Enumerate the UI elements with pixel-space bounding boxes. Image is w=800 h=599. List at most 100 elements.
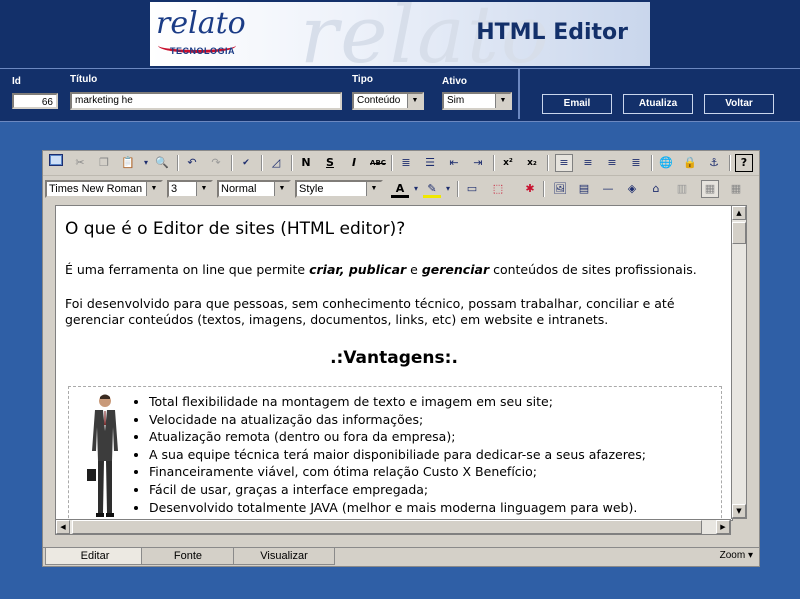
vertical-scrollbar[interactable]: ▲ ▼: [731, 205, 747, 519]
form-bar: Id 66 Título marketing he Tipo Conteúdo …: [0, 68, 800, 122]
p1-text-e: conteúdos de sites profissionais.: [489, 262, 697, 277]
italic-button[interactable]: I: [345, 154, 363, 172]
link-icon[interactable]: 🌐: [657, 154, 675, 172]
list-item: Total flexibilidade na montagem de texto…: [149, 393, 646, 411]
chevron-down-icon[interactable]: ▼: [366, 182, 381, 196]
email-button[interactable]: Email: [542, 94, 612, 114]
image-icon[interactable]: 🖼: [551, 180, 569, 198]
paragraph-select[interactable]: Normal ▼: [217, 180, 291, 198]
toolbar-separator: [231, 155, 233, 171]
doc-heading: O que é o Editor de sites (HTML editor)?: [65, 219, 406, 239]
special-char-icon[interactable]: ✱: [521, 180, 539, 198]
align-left-icon[interactable]: ≡: [555, 154, 573, 172]
chevron-down-icon[interactable]: ▼: [146, 182, 161, 196]
toolbar-separator: [391, 155, 393, 171]
toolbar-separator: [261, 155, 263, 171]
form-icon[interactable]: ▤: [575, 180, 593, 198]
doc-paragraph-1: É uma ferramenta on line que permite cri…: [65, 262, 727, 278]
bold-button[interactable]: N: [297, 154, 315, 172]
bullet-list-icon[interactable]: ☰: [421, 154, 439, 172]
toolbar-separator: [651, 155, 653, 171]
font-size-select[interactable]: 3 ▼: [167, 180, 213, 198]
chevron-down-icon[interactable]: ▼: [495, 94, 510, 108]
paste-icon[interactable]: 📋: [119, 154, 137, 172]
horizontal-rule-icon[interactable]: —: [599, 180, 617, 198]
find-icon[interactable]: 🔍: [153, 154, 171, 172]
object-icon[interactable]: ◈: [623, 180, 641, 198]
table-grid-icon[interactable]: ▦: [727, 180, 745, 198]
chevron-down-icon[interactable]: ▼: [196, 182, 211, 196]
indent-icon[interactable]: ⇥: [469, 154, 487, 172]
box-icon[interactable]: ▭: [463, 180, 481, 198]
superscript-button[interactable]: x²: [499, 154, 517, 172]
eraser-icon[interactable]: ◿: [267, 154, 285, 172]
tipo-select[interactable]: Conteúdo ▼: [352, 92, 424, 110]
section-title: .:Vantagens:.: [330, 348, 458, 368]
page-properties-icon[interactable]: ⌂: [647, 180, 665, 198]
table-props-icon[interactable]: ▥: [673, 180, 691, 198]
zoom-control[interactable]: Zoom ▾: [720, 550, 753, 561]
subscript-button[interactable]: x₂: [523, 154, 541, 172]
font-name-select[interactable]: Times New Roman ▼: [45, 180, 163, 198]
spellcheck-icon[interactable]: ✔: [237, 154, 255, 172]
voltar-button[interactable]: Voltar: [704, 94, 774, 114]
toolbar-separator: [493, 155, 495, 171]
list-item: Velocidade na atualização das informaçõe…: [149, 411, 646, 429]
chevron-down-icon[interactable]: ▼: [407, 94, 422, 108]
toolbar-separator: [729, 155, 731, 171]
ativo-select[interactable]: Sim ▼: [442, 92, 512, 110]
preview-icon[interactable]: [47, 154, 65, 172]
scroll-down-icon[interactable]: ▼: [732, 504, 746, 518]
scroll-right-icon[interactable]: ▶: [716, 520, 730, 534]
id-field[interactable]: 66: [12, 93, 58, 109]
scroll-left-icon[interactable]: ◀: [56, 520, 70, 534]
undo-icon[interactable]: ↶: [183, 154, 201, 172]
advantages-list: Total flexibilidade na montagem de texto…: [135, 393, 646, 516]
unlink-icon[interactable]: 🔒: [681, 154, 699, 172]
toolbar-separator: [291, 155, 293, 171]
dashed-box-icon[interactable]: ⬚: [489, 180, 507, 198]
justify-icon[interactable]: ≣: [627, 154, 645, 172]
tab-editar[interactable]: Editar: [45, 548, 145, 565]
style-select[interactable]: Style ▼: [295, 180, 383, 198]
advantages-box: Total flexibilidade na montagem de texto…: [68, 386, 722, 520]
font-name-value: Times New Roman: [49, 183, 143, 195]
redo-icon[interactable]: ↷: [207, 154, 225, 172]
tab-fonte[interactable]: Fonte: [141, 548, 235, 565]
toolbar-separator: [543, 181, 545, 197]
id-label: Id: [12, 76, 21, 87]
horizontal-scrollbar[interactable]: ◀ ▶: [55, 519, 731, 535]
chevron-down-icon: ▾: [747, 550, 753, 561]
chevron-down-icon[interactable]: ▼: [274, 182, 289, 196]
align-center-icon[interactable]: ≡: [579, 154, 597, 172]
titulo-field[interactable]: marketing he: [70, 92, 342, 110]
tipo-label: Tipo: [352, 74, 373, 85]
table-icon[interactable]: ▦: [701, 180, 719, 198]
tipo-value: Conteúdo: [357, 95, 401, 106]
anchor-icon[interactable]: ⚓: [705, 154, 723, 172]
help-icon[interactable]: ?: [735, 154, 753, 172]
scroll-thumb[interactable]: [72, 520, 702, 534]
strikethrough-button[interactable]: ABC: [369, 154, 387, 172]
titulo-label: Título: [70, 74, 98, 85]
p1-emph-2: gerenciar: [421, 262, 490, 277]
tab-visualizar[interactable]: Visualizar: [233, 548, 335, 565]
chevron-down-icon[interactable]: ▾: [439, 180, 457, 198]
document-area[interactable]: O que é o Editor de sites (HTML editor)?…: [55, 205, 733, 521]
toolbar-separator: [547, 155, 549, 171]
mode-tabs: Editar Fonte Visualizar Zoom ▾: [43, 547, 759, 566]
scroll-up-icon[interactable]: ▲: [732, 206, 746, 220]
outdent-icon[interactable]: ⇤: [445, 154, 463, 172]
copy-icon[interactable]: ❐: [95, 154, 113, 172]
toolbar-separator: [457, 181, 459, 197]
scroll-thumb[interactable]: [732, 222, 746, 244]
align-right-icon[interactable]: ≡: [603, 154, 621, 172]
header-bar: relato relato TECNOLOGIA HTML Editor: [0, 0, 800, 68]
list-item: A sua equipe técnica terá maior disponib…: [149, 446, 646, 464]
style-value: Style: [299, 183, 324, 195]
numbered-list-icon[interactable]: ≣: [397, 154, 415, 172]
toolbar-separator: [177, 155, 179, 171]
underline-button[interactable]: S: [321, 154, 339, 172]
cut-icon[interactable]: ✂: [71, 154, 89, 172]
atualiza-button[interactable]: Atualiza: [623, 94, 693, 114]
